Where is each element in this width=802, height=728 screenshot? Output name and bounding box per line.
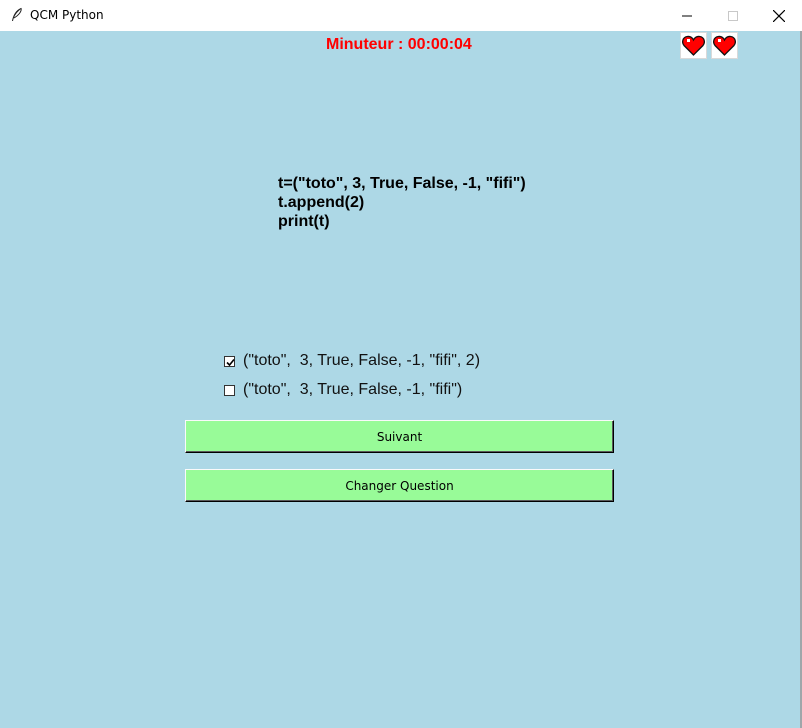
- answer-checkbox[interactable]: [224, 384, 235, 396]
- window-title: QCM Python: [30, 8, 104, 22]
- answer-label: ("toto", 3, True, False, -1, "fifi"): [243, 381, 463, 398]
- code-line: print(t): [278, 213, 330, 230]
- life-heart: [680, 32, 707, 59]
- minimize-icon: [682, 15, 692, 16]
- code-line: t=("toto", 3, True, False, -1, "fifi"): [278, 175, 526, 192]
- next-button[interactable]: Suivant: [185, 420, 614, 453]
- question-code: t=("toto", 3, True, False, -1, "fifi") t.…: [278, 174, 526, 231]
- answer-option-2[interactable]: ("toto", 3, True, False, -1, "fifi"): [224, 381, 462, 399]
- timer-label: Minuteur : 00:00:04: [326, 36, 472, 53]
- close-icon: [773, 9, 785, 22]
- check-icon: [226, 358, 235, 366]
- maximize-icon: [728, 10, 738, 21]
- quiz-window-content: Minuteur : 00:00:04 t=("toto", 3, True, …: [0, 31, 800, 728]
- title-bar: QCM Python: [0, 0, 802, 31]
- close-button[interactable]: [756, 0, 802, 31]
- heart-icon: [682, 35, 705, 56]
- minimize-button[interactable]: [664, 0, 710, 31]
- answer-checkbox[interactable]: [224, 355, 235, 367]
- code-line: t.append(2): [278, 194, 365, 211]
- maximize-button[interactable]: [710, 0, 756, 31]
- change-question-button[interactable]: Changer Question: [185, 469, 614, 502]
- feather-icon: [12, 7, 22, 21]
- life-heart: [711, 32, 738, 59]
- answer-option-1[interactable]: ("toto", 3, True, False, -1, "fifi", 2): [224, 352, 480, 370]
- heart-icon: [713, 35, 736, 56]
- answer-label: ("toto", 3, True, False, -1, "fifi", 2): [243, 352, 481, 369]
